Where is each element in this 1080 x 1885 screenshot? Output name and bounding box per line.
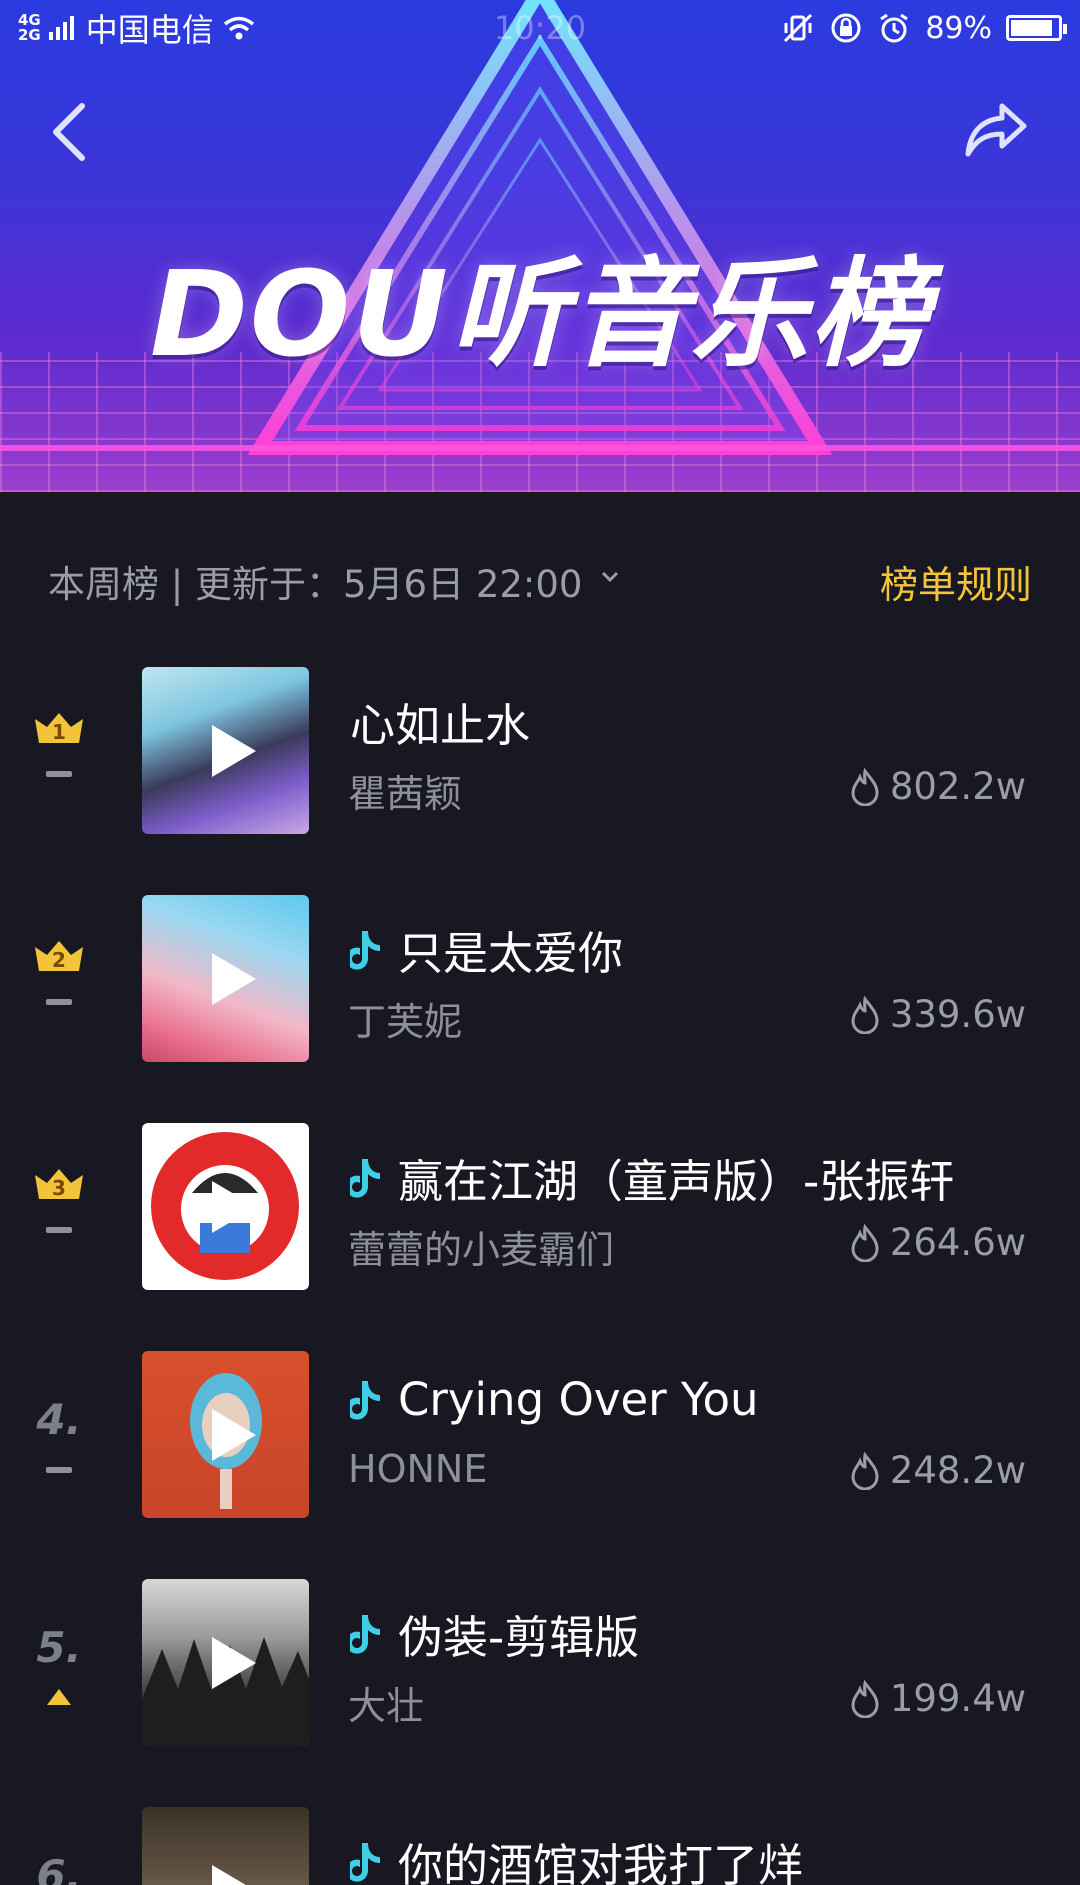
song-title-text: 赢在江湖（童声版）-张振轩 — [398, 1155, 955, 1208]
status-bar: 4G 2G 中国电信 10:20 89% — [0, 0, 1080, 56]
play-count-value: 248.2w — [889, 1449, 1026, 1492]
artist-name: 丁芙妮 — [348, 1000, 463, 1044]
song-title: Crying Over You — [350, 1373, 759, 1426]
song-title: 伪装-剪辑版 — [350, 1601, 639, 1666]
rank-indicator: 6. — [22, 1847, 96, 1885]
album-cover[interactable] — [142, 1123, 309, 1290]
alarm-icon — [880, 13, 909, 43]
flame-icon — [851, 1451, 879, 1490]
battery-percent: 89% — [925, 10, 992, 46]
play-icon[interactable] — [202, 1177, 262, 1237]
chart-rules-link[interactable]: 榜单规则 — [880, 554, 1032, 609]
rank-indicator: 4. — [22, 1391, 96, 1491]
play-icon[interactable] — [202, 1633, 262, 1693]
song-title-text: 伪装-剪辑版 — [398, 1611, 640, 1664]
play-count-value: 199.4w — [889, 1677, 1026, 1720]
artist-name: 大壮 — [348, 1684, 425, 1728]
artist-name: 瞿茜颖 — [348, 772, 463, 816]
network-2g-label: 2G — [18, 26, 41, 44]
song-row[interactable]: 4. Crying Over You HONNE 248.2w — [0, 1351, 1080, 1521]
rank-indicator: 2 — [22, 935, 96, 1035]
rotation-lock-icon — [831, 13, 861, 43]
trend-unchanged-icon — [46, 771, 72, 777]
song-row[interactable]: 3 赢在江湖（童声版）-张振轩 蕾蕾的小麦霸们 264.6w — [0, 1123, 1080, 1293]
artist-name: HONNE — [348, 1447, 488, 1491]
flame-icon — [851, 767, 879, 806]
hero-banner: 4G 2G 中国电信 10:20 89% DOU听音乐榜 — [0, 0, 1080, 492]
album-cover[interactable] — [142, 1807, 309, 1885]
trend-up-icon — [47, 1689, 71, 1705]
song-row[interactable]: 5. 伪装-剪辑版 大壮 199.4w — [0, 1579, 1080, 1749]
period-selector[interactable]: 本周榜 | 更新于：5月6日 22:00 — [48, 554, 620, 608]
chevron-down-icon — [602, 571, 619, 583]
play-count-value: 339.6w — [889, 993, 1026, 1036]
play-count: 199.4w — [850, 1677, 1026, 1720]
list-header: 本周榜 | 更新于：5月6日 22:00 榜单规则 — [0, 548, 1080, 614]
song-row[interactable]: 1 心如止水 瞿茜颖 802.2w — [0, 667, 1080, 837]
song-title-text: 心如止水 — [350, 699, 531, 752]
song-title-text: Crying Over You — [398, 1373, 759, 1426]
play-count: 339.6w — [850, 993, 1026, 1036]
crown-icon: 3 — [35, 1169, 83, 1200]
album-cover[interactable] — [142, 1351, 309, 1518]
song-title-text: 只是太爱你 — [398, 927, 624, 980]
rank-number: 3 — [52, 1176, 66, 1200]
rank-indicator: 3 — [22, 1163, 96, 1263]
rank-number: 2 — [52, 948, 66, 972]
flame-icon — [851, 995, 879, 1034]
play-icon[interactable] — [202, 949, 262, 1009]
song-title: 你的酒馆对我打了烊 — [350, 1829, 803, 1885]
douyin-note-icon — [350, 1380, 380, 1420]
play-count-value: 264.6w — [889, 1221, 1026, 1264]
carrier-name: 中国电信 — [85, 11, 214, 49]
album-cover[interactable] — [142, 1579, 309, 1746]
play-icon[interactable] — [202, 1861, 262, 1885]
flame-icon — [851, 1679, 879, 1718]
period-label: 本周榜 | 更新于：5月6日 22:00 — [48, 563, 583, 606]
douyin-note-icon — [350, 1158, 380, 1198]
back-arrow-icon[interactable] — [44, 102, 92, 162]
trend-unchanged-icon — [46, 1467, 72, 1473]
douyin-note-icon — [350, 1842, 380, 1882]
chart-title: DOU听音乐榜 — [149, 245, 931, 383]
battery-level-fill — [1011, 20, 1052, 36]
play-icon[interactable] — [202, 721, 262, 781]
flame-icon — [851, 1223, 879, 1262]
play-count: 264.6w — [850, 1221, 1026, 1264]
song-title-text: 你的酒馆对我打了烊 — [398, 1839, 804, 1885]
crown-icon: 1 — [35, 713, 83, 744]
song-row[interactable]: 6. 你的酒馆对我打了烊 — [0, 1807, 1080, 1885]
artist-name: 蕾蕾的小麦霸们 — [348, 1228, 615, 1272]
play-count: 248.2w — [850, 1449, 1026, 1492]
battery-icon — [1006, 15, 1067, 41]
douyin-note-icon — [350, 930, 380, 970]
album-cover[interactable] — [142, 895, 309, 1062]
signal-icon — [48, 16, 74, 40]
song-title: 只是太爱你 — [350, 917, 623, 982]
rank-indicator: 1 — [22, 707, 96, 807]
crown-icon: 2 — [35, 941, 83, 972]
play-icon[interactable] — [202, 1405, 262, 1465]
vibrate-mute-icon — [784, 13, 813, 43]
wifi-icon — [223, 16, 254, 40]
play-count: 802.2w — [850, 765, 1026, 808]
rank-number: 5. — [36, 1623, 82, 1672]
song-title: 赢在江湖（童声版）-张振轩 — [350, 1145, 954, 1210]
rank-number: 1 — [52, 720, 66, 744]
trend-unchanged-icon — [46, 1227, 72, 1233]
rank-number: 6. — [36, 1851, 82, 1885]
share-arrow-icon[interactable] — [962, 100, 1030, 160]
douyin-note-icon — [350, 1614, 380, 1654]
rank-number: 4. — [36, 1395, 82, 1444]
album-cover[interactable] — [142, 667, 309, 834]
rank-indicator: 5. — [22, 1619, 96, 1719]
song-row[interactable]: 2 只是太爱你 丁芙妮 339.6w — [0, 895, 1080, 1065]
play-count-value: 802.2w — [889, 765, 1026, 808]
trend-unchanged-icon — [46, 999, 72, 1005]
song-title: 心如止水 — [350, 689, 530, 754]
network-type: 4G 2G — [18, 13, 41, 43]
